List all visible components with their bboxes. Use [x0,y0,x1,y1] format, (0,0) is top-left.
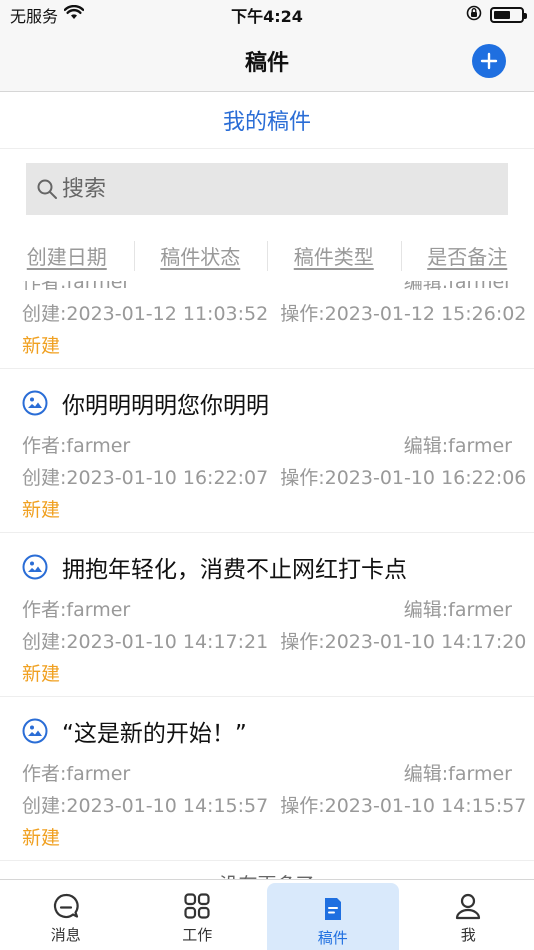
article-created: 创建:2023-01-10 14:17:21 [22,630,269,653]
orientation-lock-icon [466,5,482,25]
article-created: 创建:2023-01-12 11:03:52 [22,302,269,325]
carrier-label: 无服务 [10,7,59,26]
article-editor: 编辑:farmer [403,281,512,293]
search-input[interactable] [62,176,508,202]
plus-icon [480,52,498,70]
section-title: 我的稿件 [222,110,311,135]
list-item[interactable]: 作者:farmer 编辑:farmer 创建:2023-01-12 11:03:… [0,281,534,369]
image-article-icon [22,554,48,580]
article-title: “这是新的开始！” [62,721,247,747]
status-badge: 新建 [22,498,61,521]
tab-manuscripts[interactable]: 稿件 [267,883,399,950]
battery-fill [494,11,510,19]
article-author: 作者:farmer [22,281,131,293]
article-meta: 作者:farmer 编辑:farmer [22,757,512,787]
tab-me[interactable]: 我 [403,880,534,950]
article-times: 创建:2023-01-12 11:03:52 操作:2023-01-12 15:… [22,295,526,329]
tab-work[interactable]: 工作 [132,880,264,950]
page-title: 稿件 [244,50,289,76]
article-operated: 操作:2023-01-10 14:15:57 [280,794,527,817]
list-end-label: 没有更多了 [0,861,534,880]
article-title-row: 你明明明明您你明明 [22,369,512,429]
article-title: 你明明明明您你明明 [62,393,269,419]
status-badge: 新建 [22,826,61,849]
article-times: 创建:2023-01-10 16:22:07 操作:2023-01-10 16:… [22,459,526,493]
article-created: 创建:2023-01-10 16:22:07 [22,466,269,489]
article-times: 创建:2023-01-10 14:17:21 操作:2023-01-10 14:… [22,623,526,657]
filter-type[interactable]: 稿件类型 [267,240,401,271]
battery-icon [490,7,527,23]
status-bar: 无服务 下午4:24 [0,0,534,30]
tab-bar: 消息 工作 稿件 我 [0,879,534,950]
article-editor: 编辑:farmer [403,762,512,785]
status-badge: 新建 [22,662,61,685]
add-button[interactable] [472,44,506,78]
status-badge: 新建 [22,334,61,357]
list-item[interactable]: 你明明明明您你明明 作者:farmer 编辑:farmer 创建:2023-01… [0,369,534,533]
article-author: 作者:farmer [22,598,131,621]
article-meta: 作者:farmer 编辑:farmer [22,281,512,295]
status-right [466,5,527,25]
article-editor: 编辑:farmer [403,598,512,621]
tab-messages[interactable]: 消息 [0,880,132,950]
image-article-icon [22,390,48,416]
search-box[interactable] [26,163,508,215]
grid-icon [184,893,210,919]
article-editor: 编辑:farmer [403,434,512,457]
tab-label: 稿件 [317,929,348,947]
tab-label: 消息 [50,926,81,944]
article-operated: 操作:2023-01-10 16:22:06 [280,466,527,489]
search-icon [37,179,57,199]
article-meta: 作者:farmer 编辑:farmer [22,593,512,623]
section-header: 我的稿件 [0,92,534,149]
document-icon [324,898,341,920]
article-title-row: “这是新的开始！” [22,697,512,757]
filter-created-date[interactable]: 创建日期 [0,241,134,270]
article-author: 作者:farmer [22,434,131,457]
list-item[interactable]: 拥抱年轻化，消费不止网红打卡点 作者:farmer 编辑:farmer 创建:2… [0,533,534,697]
filter-status[interactable]: 稿件状态 [133,240,268,271]
tab-label: 工作 [182,926,213,944]
user-icon [456,893,481,920]
article-meta: 作者:farmer 编辑:farmer [22,429,512,459]
article-list[interactable]: 作者:farmer 编辑:farmer 创建:2023-01-12 11:03:… [0,281,534,879]
article-list-content: 作者:farmer 编辑:farmer 创建:2023-01-12 11:03:… [0,281,534,879]
article-title-row: 拥抱年轻化，消费不止网红打卡点 [22,533,512,593]
article-author: 作者:farmer [22,762,131,785]
list-item[interactable]: “这是新的开始！” 作者:farmer 编辑:farmer 创建:2023-01… [0,697,534,861]
wifi-icon [63,4,85,25]
article-title: 拥抱年轻化，消费不止网红打卡点 [62,557,407,583]
article-operated: 操作:2023-01-10 14:17:20 [280,630,527,653]
image-article-icon [22,718,48,744]
tab-label: 我 [460,926,476,944]
navigation-bar: 稿件 [0,30,534,92]
article-times: 创建:2023-01-10 14:15:57 操作:2023-01-10 14:… [22,787,526,821]
filter-remark[interactable]: 是否备注 [400,240,534,271]
article-operated: 操作:2023-01-12 15:26:02 [280,302,527,325]
status-left: 无服务 [10,3,85,27]
filter-bar: 创建日期 稿件状态 稿件类型 是否备注 [0,229,534,281]
search-area [0,149,534,229]
message-icon [53,893,79,919]
article-created: 创建:2023-01-10 14:15:57 [22,794,269,817]
